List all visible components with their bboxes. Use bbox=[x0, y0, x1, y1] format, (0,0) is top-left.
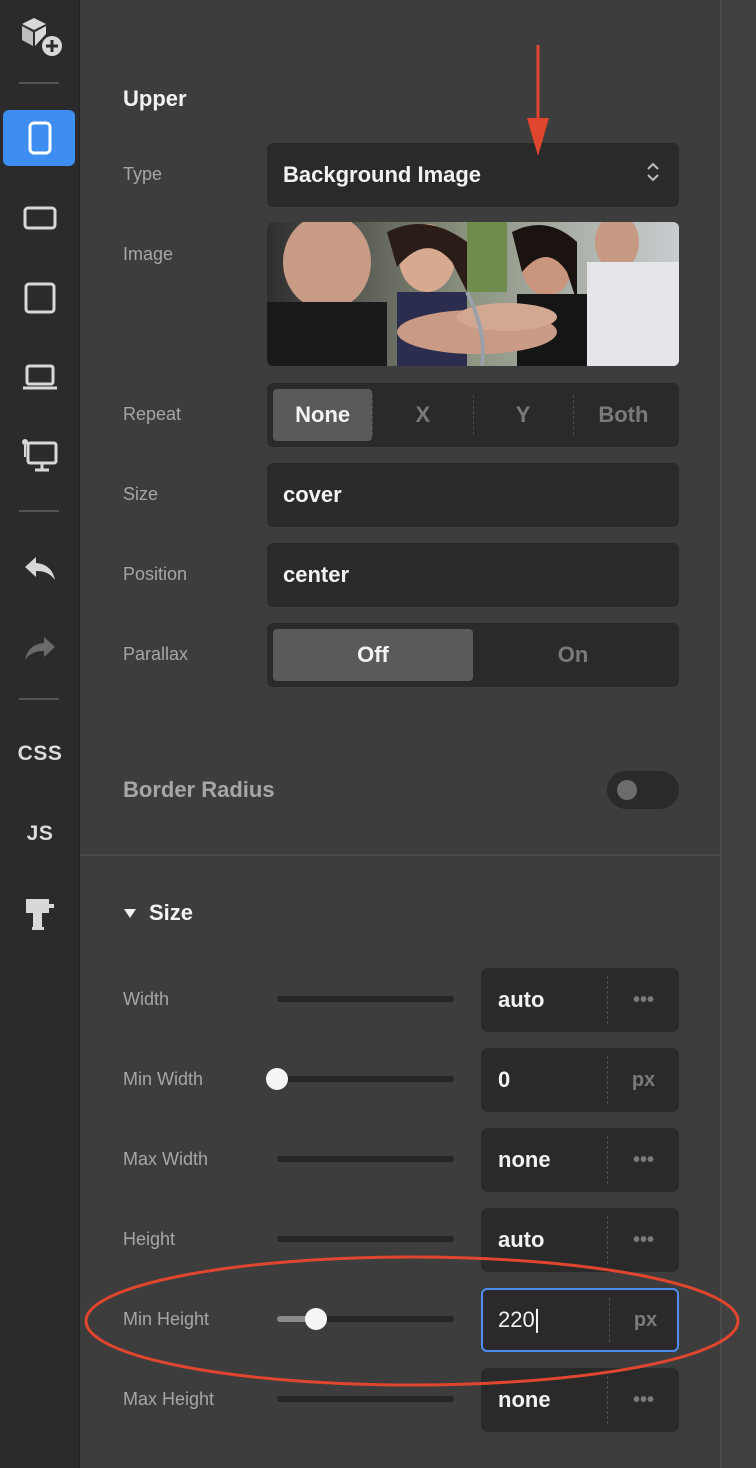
max-height-slider[interactable] bbox=[277, 1396, 454, 1402]
min-width-slider-handle[interactable] bbox=[266, 1068, 288, 1090]
redo-button[interactable] bbox=[0, 620, 80, 676]
add-block-icon bbox=[16, 14, 64, 58]
position-label: Position bbox=[123, 564, 188, 584]
panel-edge bbox=[720, 0, 756, 1468]
min-width-input[interactable]: 0 px bbox=[481, 1048, 679, 1112]
repeat-option-none[interactable]: None bbox=[273, 389, 373, 441]
max-height-more-button[interactable]: ••• bbox=[607, 1376, 679, 1424]
max-width-more-button[interactable]: ••• bbox=[607, 1136, 679, 1184]
repeat-option-y[interactable]: Y bbox=[474, 389, 573, 441]
repeat-option-x[interactable]: X bbox=[373, 389, 472, 441]
toolbar-divider bbox=[19, 698, 59, 700]
min-width-unit[interactable]: px bbox=[607, 1056, 679, 1104]
triangle-down-icon bbox=[123, 907, 137, 925]
repeat-segmented-control: None X Y Both bbox=[267, 383, 679, 447]
desktop-icon bbox=[20, 437, 60, 475]
min-height-value: 220 bbox=[498, 1306, 535, 1332]
repeat-label: Repeat bbox=[123, 404, 182, 424]
width-input[interactable]: auto ••• bbox=[481, 968, 679, 1032]
position-input-value: center bbox=[283, 562, 350, 587]
device-laptop-button[interactable] bbox=[0, 350, 80, 406]
min-height-value-wrap: 220 bbox=[498, 1306, 538, 1334]
max-height-input[interactable]: none ••• bbox=[481, 1368, 679, 1432]
min-width-value: 0 bbox=[498, 1067, 511, 1092]
size-section-title: Size bbox=[149, 900, 194, 925]
min-height-label: Min Height bbox=[123, 1309, 210, 1329]
image-label: Image bbox=[123, 244, 174, 264]
parallax-option-on[interactable]: On bbox=[473, 629, 673, 681]
max-height-label: Max Height bbox=[123, 1389, 215, 1409]
height-slider[interactable] bbox=[277, 1236, 454, 1242]
js-label: JS bbox=[26, 822, 54, 845]
js-editor-button[interactable]: JS bbox=[0, 806, 80, 862]
tablet-icon bbox=[23, 281, 57, 315]
text-caret bbox=[535, 1309, 538, 1334]
undo-icon bbox=[22, 553, 58, 583]
device-mobile-landscape-button[interactable] bbox=[0, 190, 80, 246]
background-image-thumbnail[interactable] bbox=[267, 222, 679, 366]
height-value: auto bbox=[498, 1227, 545, 1252]
min-height-unit[interactable]: px bbox=[609, 1298, 681, 1342]
undo-button[interactable] bbox=[0, 540, 80, 596]
css-editor-button[interactable]: CSS bbox=[0, 726, 80, 782]
max-height-value: none bbox=[498, 1387, 551, 1412]
width-slider[interactable] bbox=[277, 996, 454, 1002]
min-height-slider-handle[interactable] bbox=[304, 1308, 327, 1330]
toolbar-divider bbox=[19, 510, 59, 512]
size-input[interactable]: cover bbox=[267, 463, 679, 527]
css-label: CSS bbox=[17, 742, 63, 765]
laptop-icon bbox=[21, 363, 59, 393]
min-height-input[interactable]: 220 px bbox=[481, 1288, 679, 1352]
border-radius-toggle[interactable] bbox=[607, 771, 679, 809]
min-width-slider[interactable] bbox=[266, 1068, 454, 1090]
max-width-input[interactable]: none ••• bbox=[481, 1128, 679, 1192]
device-tablet-button[interactable] bbox=[0, 270, 80, 326]
device-mobile-portrait-button[interactable] bbox=[0, 110, 80, 166]
type-select[interactable]: Background Image bbox=[267, 143, 679, 207]
redo-icon bbox=[22, 633, 58, 663]
height-input[interactable]: auto ••• bbox=[481, 1208, 679, 1272]
type-select-value: Background Image bbox=[283, 162, 482, 187]
width-value: auto bbox=[498, 987, 545, 1012]
width-label: Width bbox=[123, 989, 170, 1009]
select-chevron-icon bbox=[645, 160, 661, 190]
height-label: Height bbox=[123, 1229, 176, 1249]
position-input[interactable]: center bbox=[267, 543, 679, 607]
app-root: CSS JS Upper Type Background Image Image bbox=[0, 0, 756, 1468]
parallax-label: Parallax bbox=[123, 644, 189, 664]
repeat-option-both[interactable]: Both bbox=[574, 389, 673, 441]
tools-button[interactable] bbox=[0, 886, 80, 942]
border-radius-label: Border Radius bbox=[123, 777, 275, 802]
type-label: Type bbox=[123, 164, 163, 184]
toolbar-divider bbox=[19, 82, 59, 84]
mobile-landscape-icon bbox=[23, 205, 57, 231]
size-input-value: cover bbox=[283, 482, 342, 507]
add-block-button[interactable] bbox=[0, 8, 80, 64]
max-width-value: none bbox=[498, 1147, 551, 1172]
parallax-option-off[interactable]: Off bbox=[273, 629, 473, 681]
min-height-slider[interactable] bbox=[277, 1308, 454, 1330]
size-label: Size bbox=[123, 484, 159, 504]
section-title: Upper bbox=[123, 86, 187, 111]
width-more-button[interactable]: ••• bbox=[607, 976, 679, 1024]
height-more-button[interactable]: ••• bbox=[607, 1216, 679, 1264]
toggle-knob bbox=[617, 780, 637, 800]
min-width-label: Min Width bbox=[123, 1069, 204, 1089]
max-width-slider[interactable] bbox=[277, 1156, 454, 1162]
left-toolbar: CSS JS bbox=[0, 0, 80, 1468]
parallax-segmented-control: Off On bbox=[267, 623, 679, 687]
section-divider bbox=[80, 854, 720, 856]
mobile-portrait-icon bbox=[27, 121, 53, 155]
hammer-icon bbox=[23, 896, 57, 932]
max-width-label: Max Width bbox=[123, 1149, 209, 1169]
device-desktop-button[interactable] bbox=[0, 428, 80, 484]
